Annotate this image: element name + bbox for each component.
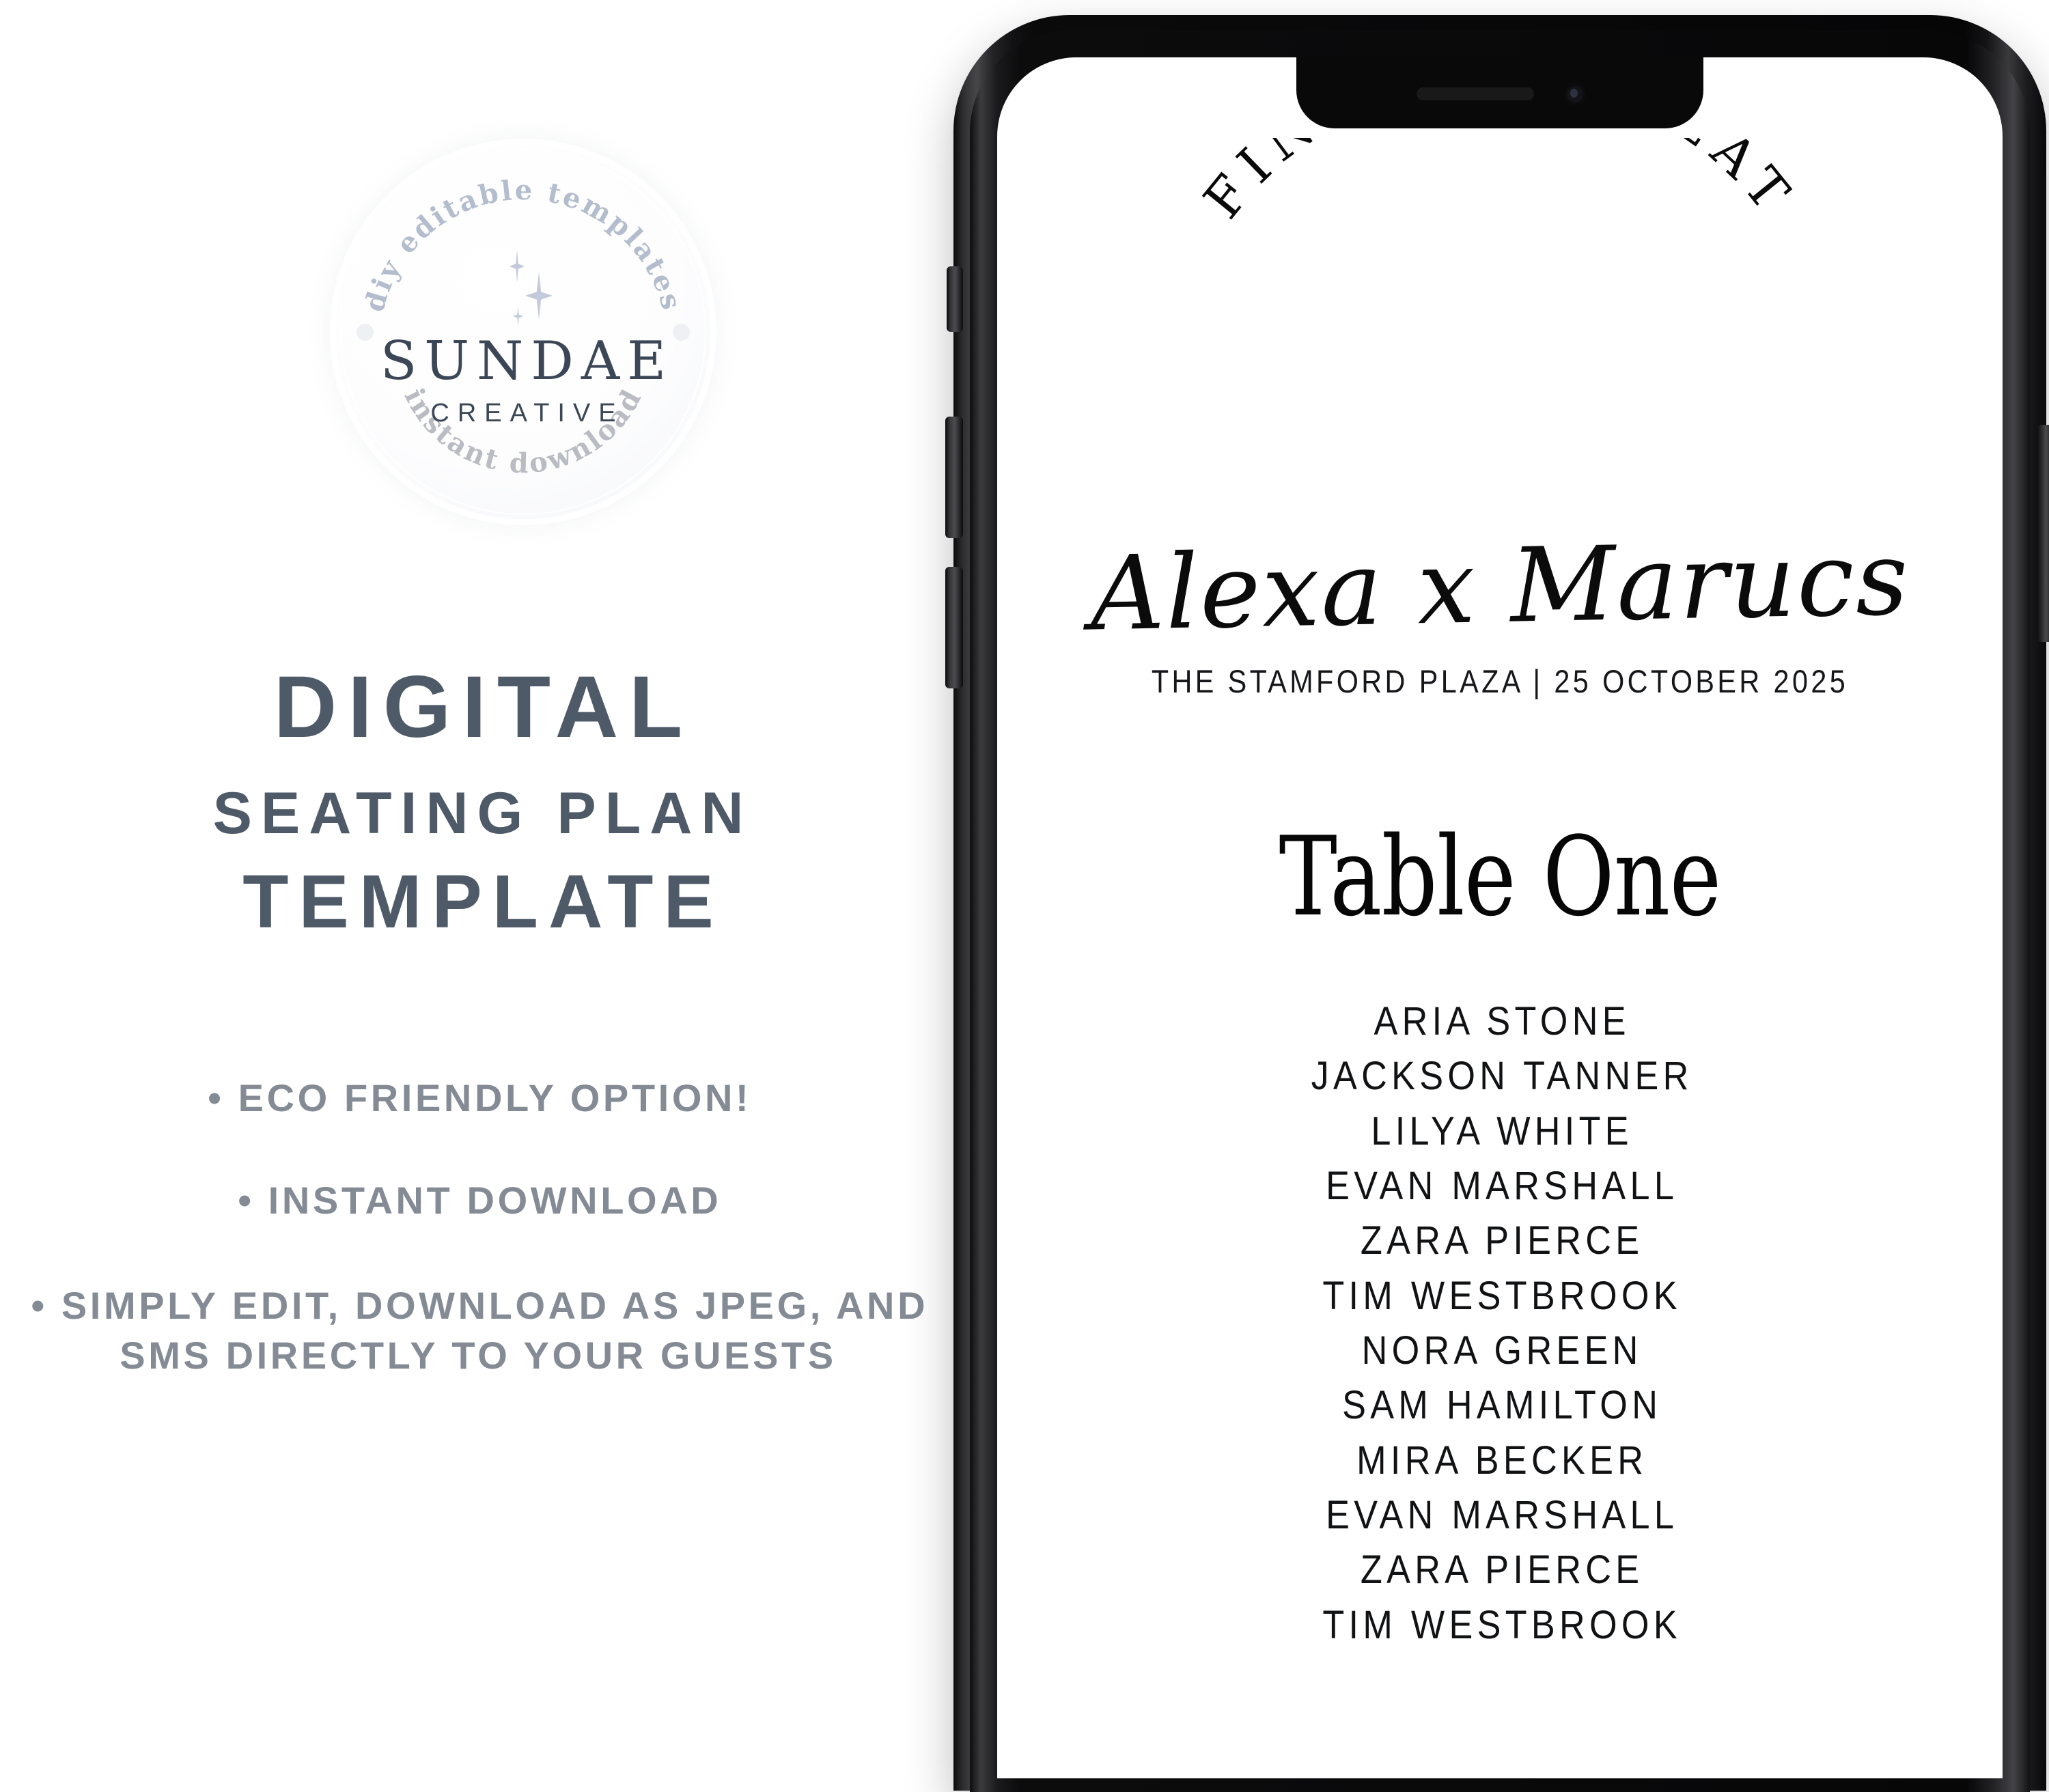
list-item: ZARA PIERCE xyxy=(1360,1218,1644,1263)
sparkle-icon-small-top xyxy=(510,250,525,283)
arched-title: FIND YOUR SEAT xyxy=(1192,138,1808,229)
left-marketing-panel: diy editable templates instant download … xyxy=(0,0,956,1569)
product-listing-image: diy editable templates instant download … xyxy=(0,0,2049,1792)
brand-tagline: CREATIVE xyxy=(430,399,624,428)
volume-down-button[interactable] xyxy=(945,567,963,688)
feature-bullet-edit-sms: • SIMPLY EDIT, DOWNLOAD AS JPEG, AND SMS… xyxy=(31,1284,929,1377)
svg-text:instant download: instant download xyxy=(398,382,649,479)
list-item: EVAN MARSHALL xyxy=(1326,1163,1679,1208)
list-item: SAM HAMILTON xyxy=(1342,1383,1662,1428)
table-name: Table One xyxy=(1279,813,1722,940)
list-item: NORA GREEN xyxy=(1361,1328,1643,1373)
couple-names: Alexa x Marucs xyxy=(1089,519,1911,654)
volume-up-button[interactable] xyxy=(945,417,963,538)
sparkle-icon xyxy=(336,247,710,326)
seal-arc-bottom-label: instant download xyxy=(398,382,647,479)
list-item: ARIA STONE xyxy=(1374,999,1630,1044)
earpiece-speaker-icon xyxy=(1417,87,1534,100)
brand-name: SUNDAE xyxy=(380,331,674,392)
feature-bullet-eco: • ECO FRIENDLY OPTION! xyxy=(208,1076,752,1119)
brand-seal-badge: diy editable templates instant download … xyxy=(336,145,710,519)
front-camera-icon xyxy=(1564,83,1586,105)
list-item: JACKSON TANNER xyxy=(1311,1054,1693,1099)
venue-and-date: THE STAMFORD PLAZA | 25 OCTOBER 2025 xyxy=(1151,663,1849,699)
headline-line-2: SEATING PLAN xyxy=(212,781,753,846)
phone-frame: FIND YOUR SEAT Alexa x Marucs THE STAMFO… xyxy=(945,15,2049,1792)
list-item: LILYA WHITE xyxy=(1371,1108,1633,1153)
phone-screen[interactable]: FIND YOUR SEAT Alexa x Marucs THE STAMFO… xyxy=(997,57,2003,1778)
guest-list: ARIA STONE JACKSON TANNER LILYA WHITE EV… xyxy=(997,994,2003,1653)
arched-title-label: FIND YOUR SEAT xyxy=(1192,138,1797,229)
list-item: ZARA PIERCE xyxy=(1360,1548,1644,1593)
headline-line-3: TEMPLATE xyxy=(242,860,724,944)
headline-line-1: DIGITAL xyxy=(273,658,694,756)
list-item: TIM WESTBROOK xyxy=(1322,1273,1682,1318)
sparkle-icon-large xyxy=(525,272,553,320)
phone-mockup: FIND YOUR SEAT Alexa x Marucs THE STAMFO… xyxy=(945,15,2049,1792)
list-item: EVAN MARSHALL xyxy=(1326,1492,1679,1537)
feature-bullet-instant-download: • INSTANT DOWNLOAD xyxy=(238,1179,722,1222)
phone-notch xyxy=(1296,57,1703,128)
list-item: TIM WESTBROOK xyxy=(1322,1602,1682,1647)
svg-text:FIND YOUR SEAT: FIND YOUR SEAT xyxy=(1192,138,1808,229)
power-button[interactable] xyxy=(2037,425,2049,642)
list-item: MIRA BECKER xyxy=(1356,1438,1648,1483)
mute-switch-button[interactable] xyxy=(947,266,963,332)
